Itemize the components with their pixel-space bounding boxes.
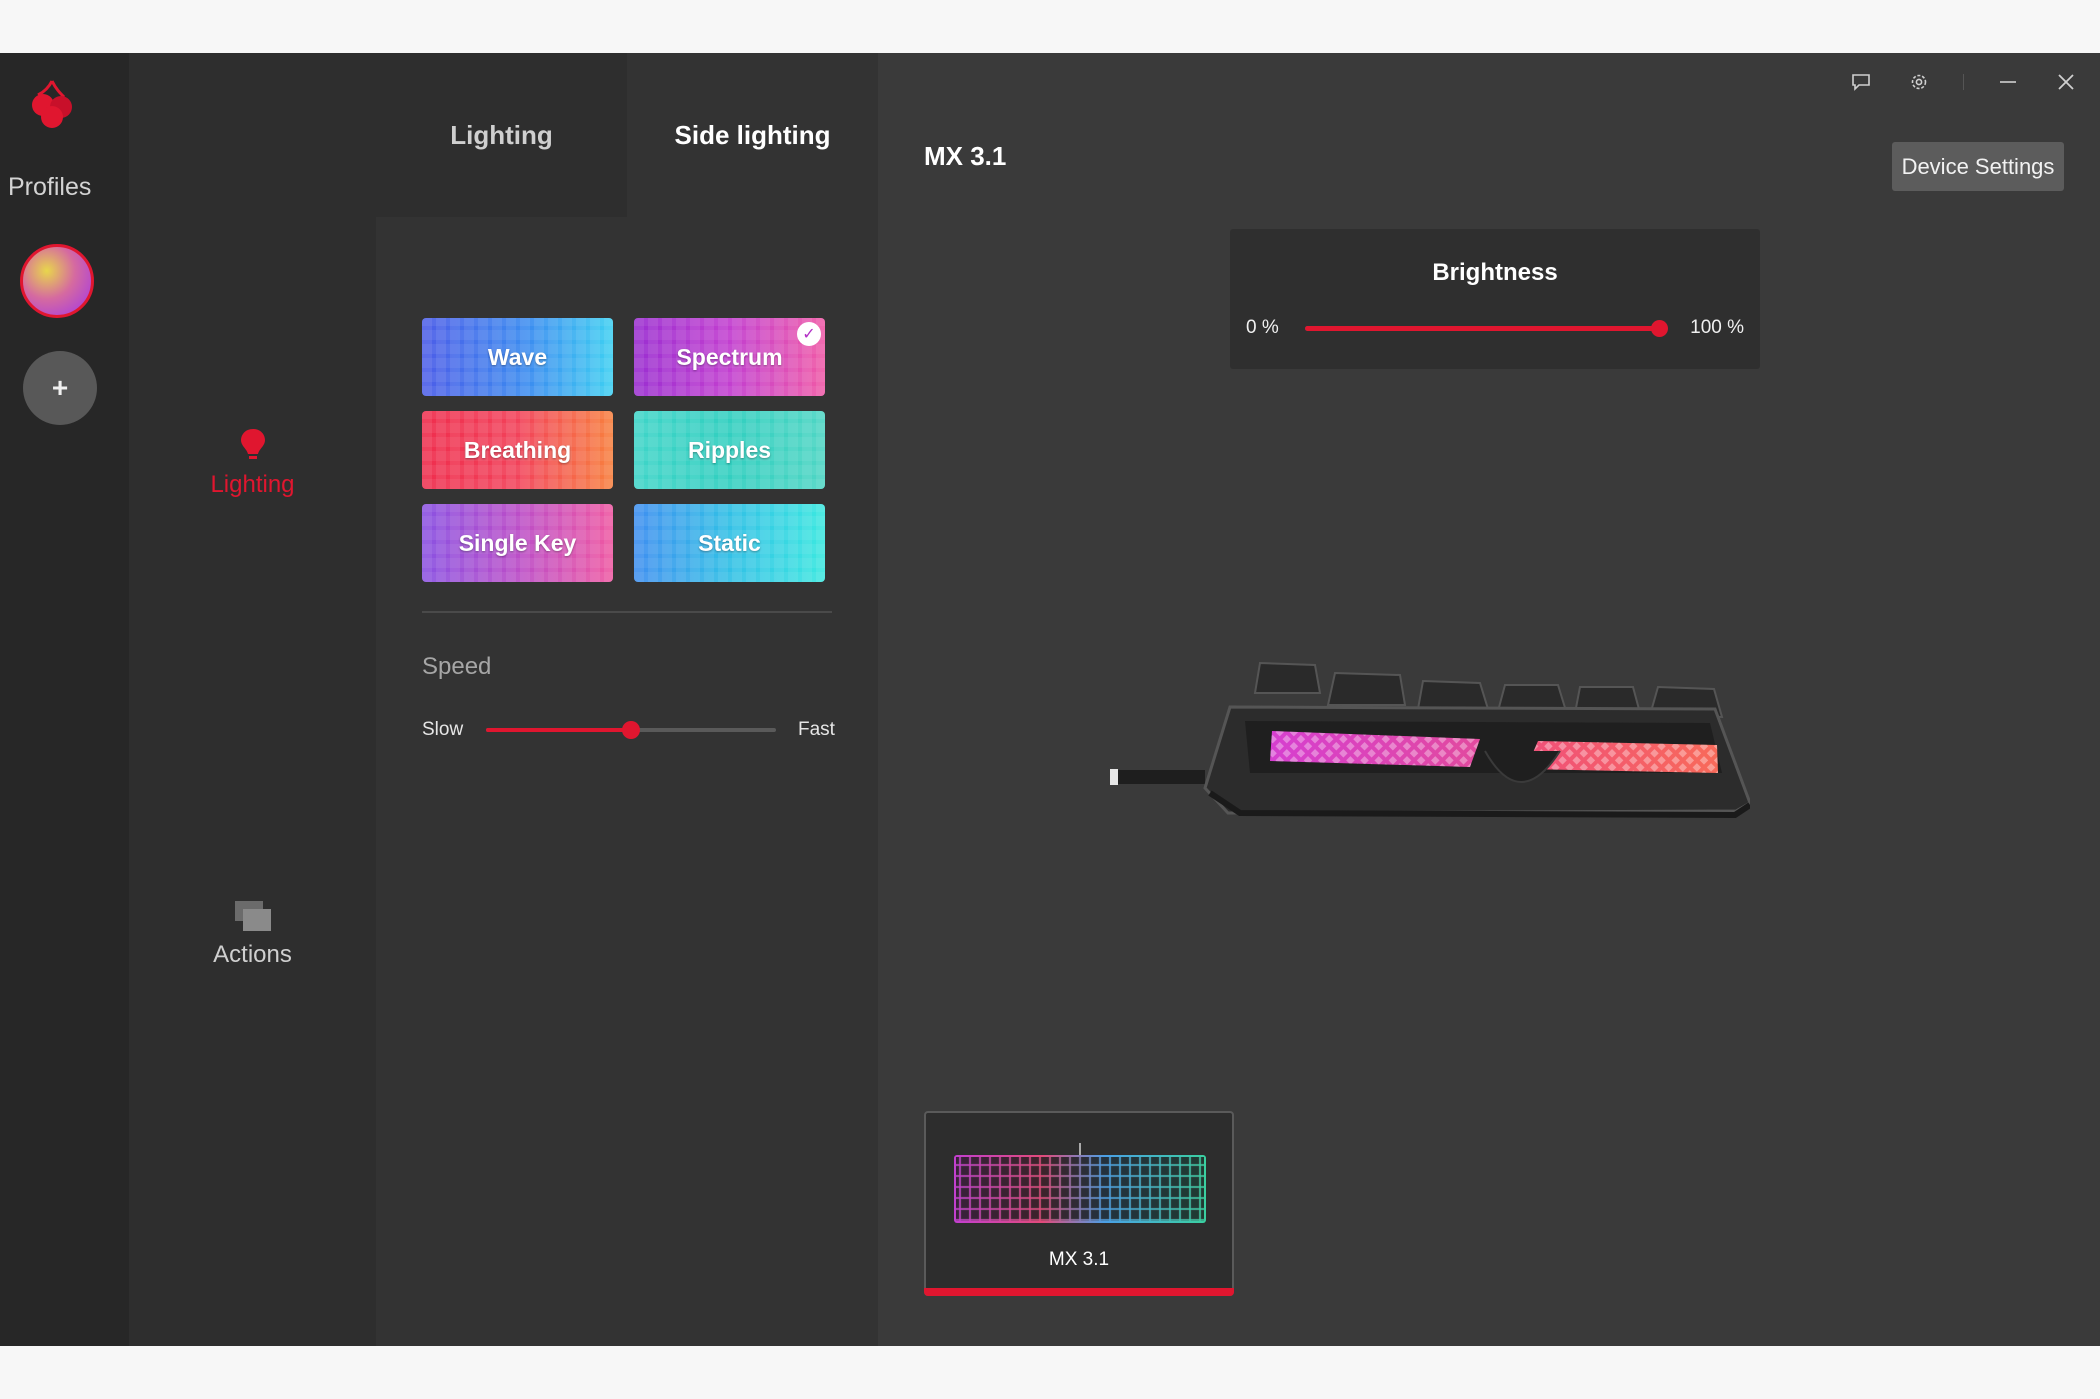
profiles-label: Profiles	[8, 173, 92, 201]
nav-column: Lighting Actions	[129, 53, 376, 1346]
window-controls	[1847, 67, 2080, 97]
app-window: Profiles + Lighting Actions Lighting Sid…	[0, 53, 2100, 1346]
profile-rail: Profiles +	[0, 53, 129, 1346]
device-title: MX 3.1	[924, 141, 1007, 171]
effect-ripples-button[interactable]: Ripples	[634, 411, 825, 489]
effect-spectrum-button[interactable]: Spectrum ✓	[634, 318, 825, 396]
effect-label: Static	[698, 529, 761, 556]
nav-actions-label: Actions	[213, 941, 292, 968]
effects-panel: Wave Spectrum ✓ Breathing Ripples Single…	[376, 217, 878, 1346]
device-card-active-bar	[924, 1288, 1234, 1296]
brightness-max-label: 100 %	[1690, 317, 1744, 338]
minimize-icon[interactable]	[1994, 68, 2022, 96]
brightness-min-label: 0 %	[1246, 317, 1279, 338]
effect-single-key-button[interactable]: Single Key	[422, 504, 613, 582]
window-controls-separator	[1963, 74, 1964, 90]
nav-item-lighting[interactable]: Lighting	[129, 427, 376, 499]
device-card-label: MX 3.1	[1048, 1249, 1110, 1270]
bulb-icon	[240, 429, 265, 459]
device-settings-button[interactable]: Device Settings	[1892, 142, 2064, 191]
effect-label: Spectrum	[676, 343, 783, 370]
profile-avatar[interactable]	[20, 244, 94, 318]
keyboard-thumbnail	[954, 1143, 1206, 1223]
speed-min-label: Slow	[422, 719, 464, 740]
cherry-logo-icon	[32, 80, 72, 128]
keyboard-side-view	[1110, 661, 1750, 819]
effect-label: Single Key	[458, 529, 577, 556]
nav-lighting-label: Lighting	[210, 471, 295, 498]
chat-icon[interactable]	[1847, 68, 1875, 96]
tab-side-lighting[interactable]: Side lighting	[627, 53, 878, 217]
actions-icon	[234, 901, 271, 931]
gear-icon[interactable]	[1905, 68, 1933, 96]
effect-label: Ripples	[687, 436, 772, 463]
brightness-slider-fill	[1305, 326, 1660, 331]
add-profile-button[interactable]: +	[23, 351, 97, 425]
effect-label: Breathing	[463, 436, 572, 463]
nav-item-actions[interactable]: Actions	[129, 899, 376, 969]
brightness-slider-thumb[interactable]	[1651, 320, 1668, 337]
effect-breathing-button[interactable]: Breathing	[422, 411, 613, 489]
brightness-slider[interactable]	[1305, 320, 1668, 337]
device-card[interactable]: MX 3.1	[924, 1111, 1234, 1296]
speed-slider-thumb[interactable]	[622, 721, 640, 739]
effect-static-button[interactable]: Static	[634, 504, 825, 582]
speed-max-label: Fast	[798, 719, 835, 740]
device-view: MX 3.1 Device Settings Brightness 0 % 10…	[878, 53, 2100, 1346]
brightness-title: Brightness	[1432, 259, 1558, 286]
checkmark-icon: ✓	[797, 322, 821, 346]
speed-slider[interactable]	[486, 721, 776, 739]
tab-lighting[interactable]: Lighting	[376, 53, 627, 217]
divider	[422, 611, 832, 613]
close-icon[interactable]	[2052, 68, 2080, 96]
lighting-tabs: Lighting Side lighting	[376, 53, 878, 217]
speed-slider-fill	[486, 728, 631, 732]
effect-wave-button[interactable]: Wave	[422, 318, 613, 396]
effect-label: Wave	[487, 343, 548, 370]
brightness-panel: Brightness 0 % 100 %	[1230, 229, 1760, 369]
speed-label: Speed	[422, 653, 492, 680]
